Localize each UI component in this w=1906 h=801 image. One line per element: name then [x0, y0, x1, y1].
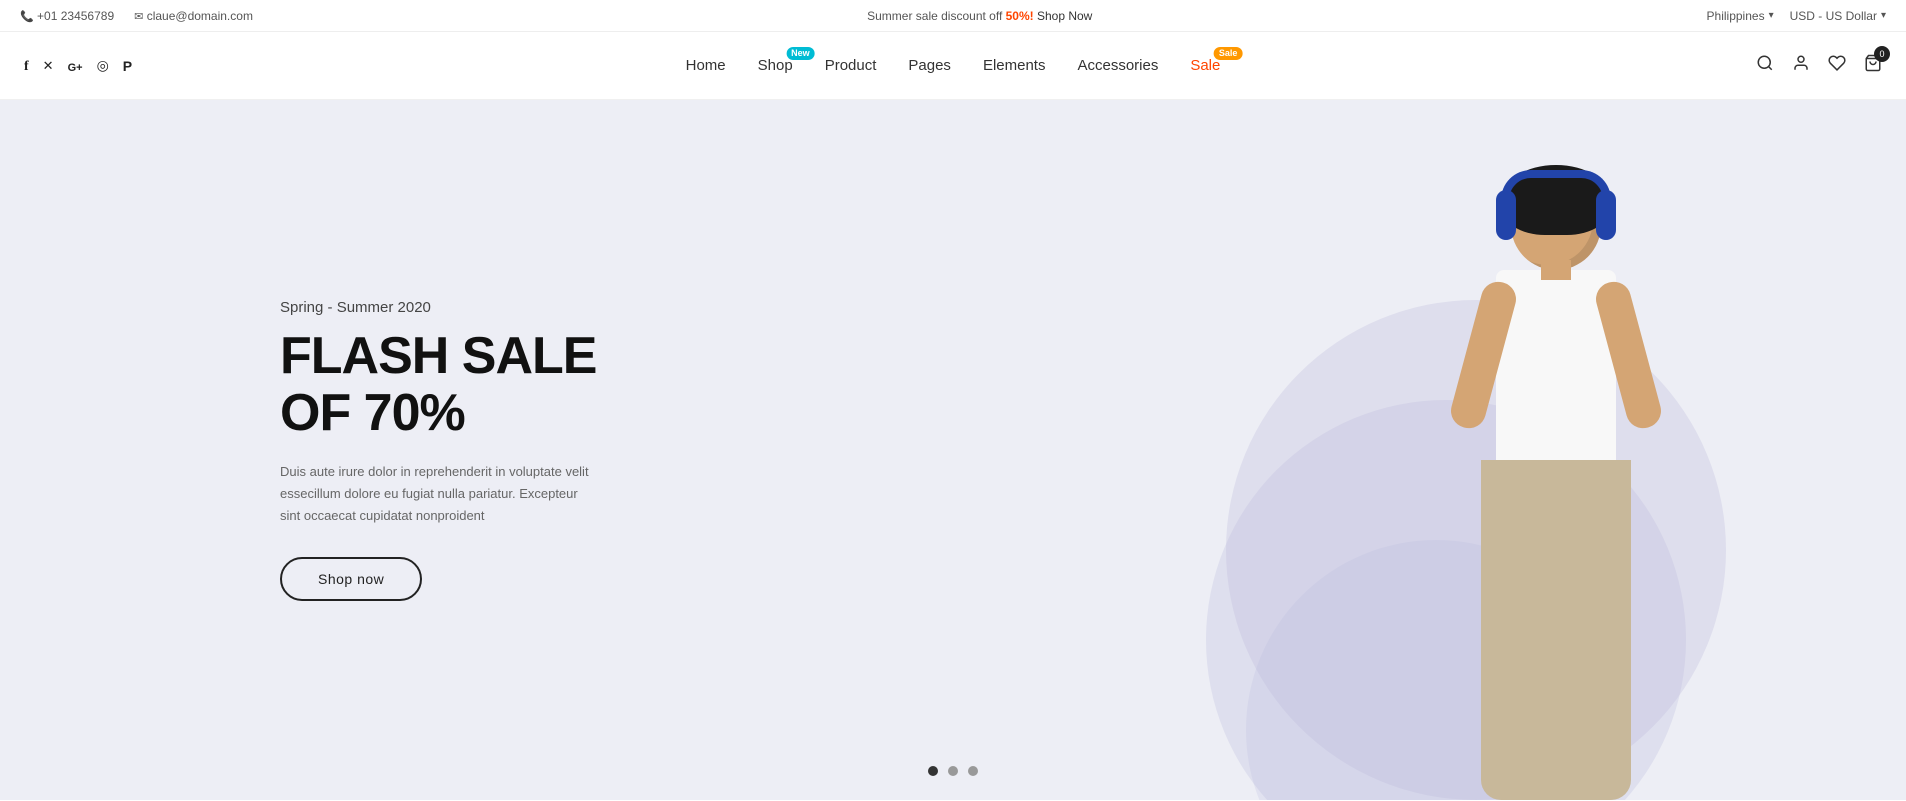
slider-dot-3[interactable]: [968, 766, 978, 776]
social-icons: f ✕ G+ ◎ P: [24, 57, 132, 75]
nav-link-shop[interactable]: Shop: [758, 57, 793, 74]
nav-link-product[interactable]: Product: [825, 57, 877, 74]
wishlist-icon[interactable]: [1828, 54, 1846, 77]
email-icon: [134, 9, 143, 23]
promo-percent: 50%!: [1006, 9, 1034, 23]
nav-item-product[interactable]: Product: [825, 57, 877, 75]
shop-new-badge: New: [786, 47, 815, 60]
model-neck: [1541, 260, 1571, 280]
top-bar-promo: Summer sale discount off 50%! Shop Now: [253, 9, 1707, 23]
hero-section: Spring - Summer 2020 FLASH SALE OF 70% D…: [0, 100, 1906, 800]
top-bar: +01 23456789 claue@domain.com Summer sal…: [0, 0, 1906, 32]
google-plus-icon: G+: [68, 62, 83, 74]
nav-action-icons: 0: [1756, 54, 1882, 77]
nav-item-home[interactable]: Home: [686, 57, 726, 75]
nav-link-sale[interactable]: Sale: [1190, 57, 1220, 74]
twitter-icon: ✕: [43, 58, 54, 73]
email-info: claue@domain.com: [134, 9, 253, 23]
promo-shop-link[interactable]: Shop Now: [1037, 9, 1092, 23]
social-instagram[interactable]: ◎: [97, 57, 109, 74]
chevron-down-icon: ▾: [1769, 10, 1774, 21]
phone-number: +01 23456789: [37, 9, 114, 23]
hero-description: Duis aute irure dolor in reprehenderit i…: [280, 461, 600, 527]
social-twitter[interactable]: ✕: [43, 57, 54, 74]
phone-icon: [20, 9, 34, 23]
nav-link-accessories[interactable]: Accessories: [1077, 57, 1158, 74]
social-facebook[interactable]: f: [24, 57, 29, 75]
social-google-plus[interactable]: G+: [68, 58, 83, 74]
model-skirt: [1481, 460, 1631, 800]
nav-menu: Home Shop New Product Pages Elements Acc…: [686, 57, 1221, 75]
currency-dropdown[interactable]: USD - US Dollar ▾: [1790, 9, 1886, 23]
navbar: f ✕ G+ ◎ P Home Shop New Product Pages E: [0, 32, 1906, 100]
top-bar-contact: +01 23456789 claue@domain.com: [20, 9, 253, 23]
region-dropdown[interactable]: Philippines ▾: [1707, 9, 1774, 23]
nav-item-sale[interactable]: Sale Sale: [1190, 57, 1220, 75]
facebook-icon: f: [24, 59, 29, 74]
headphone-band: [1501, 170, 1611, 200]
nav-link-elements[interactable]: Elements: [983, 57, 1046, 74]
region-label: Philippines: [1707, 9, 1765, 23]
chevron-down-icon: ▾: [1881, 10, 1886, 21]
instagram-icon: ◎: [97, 57, 109, 73]
slider-dot-2[interactable]: [948, 766, 958, 776]
nav-item-elements[interactable]: Elements: [983, 57, 1046, 75]
email-address: claue@domain.com: [147, 9, 253, 23]
nav-item-pages[interactable]: Pages: [908, 57, 951, 75]
shop-now-button[interactable]: Shop now: [280, 557, 422, 601]
hero-content: Spring - Summer 2020 FLASH SALE OF 70% D…: [0, 299, 600, 601]
nav-item-shop[interactable]: Shop New: [758, 57, 793, 75]
social-pinterest[interactable]: P: [123, 58, 132, 74]
slider-dot-1[interactable]: [928, 766, 938, 776]
currency-label: USD - US Dollar: [1790, 9, 1877, 23]
hero-image-area: [858, 100, 1906, 800]
nav-link-home[interactable]: Home: [686, 57, 726, 74]
top-bar-region: Philippines ▾ USD - US Dollar ▾: [1707, 9, 1886, 23]
hero-title: FLASH SALE OF 70%: [280, 328, 600, 442]
hero-model-figure: [1326, 160, 1786, 800]
search-icon[interactable]: [1756, 54, 1774, 77]
nav-link-pages[interactable]: Pages: [908, 57, 951, 74]
phone-info: +01 23456789: [20, 9, 114, 23]
pinterest-icon: P: [123, 58, 132, 74]
sale-badge: Sale: [1214, 47, 1243, 60]
user-icon[interactable]: [1792, 54, 1810, 77]
cart-count: 0: [1874, 46, 1890, 62]
promo-text: Summer sale discount off: [867, 9, 1006, 23]
hero-subtitle: Spring - Summer 2020: [280, 299, 600, 316]
nav-item-accessories[interactable]: Accessories: [1077, 57, 1158, 75]
cart-icon[interactable]: 0: [1864, 54, 1882, 77]
slider-dots: [928, 766, 978, 776]
